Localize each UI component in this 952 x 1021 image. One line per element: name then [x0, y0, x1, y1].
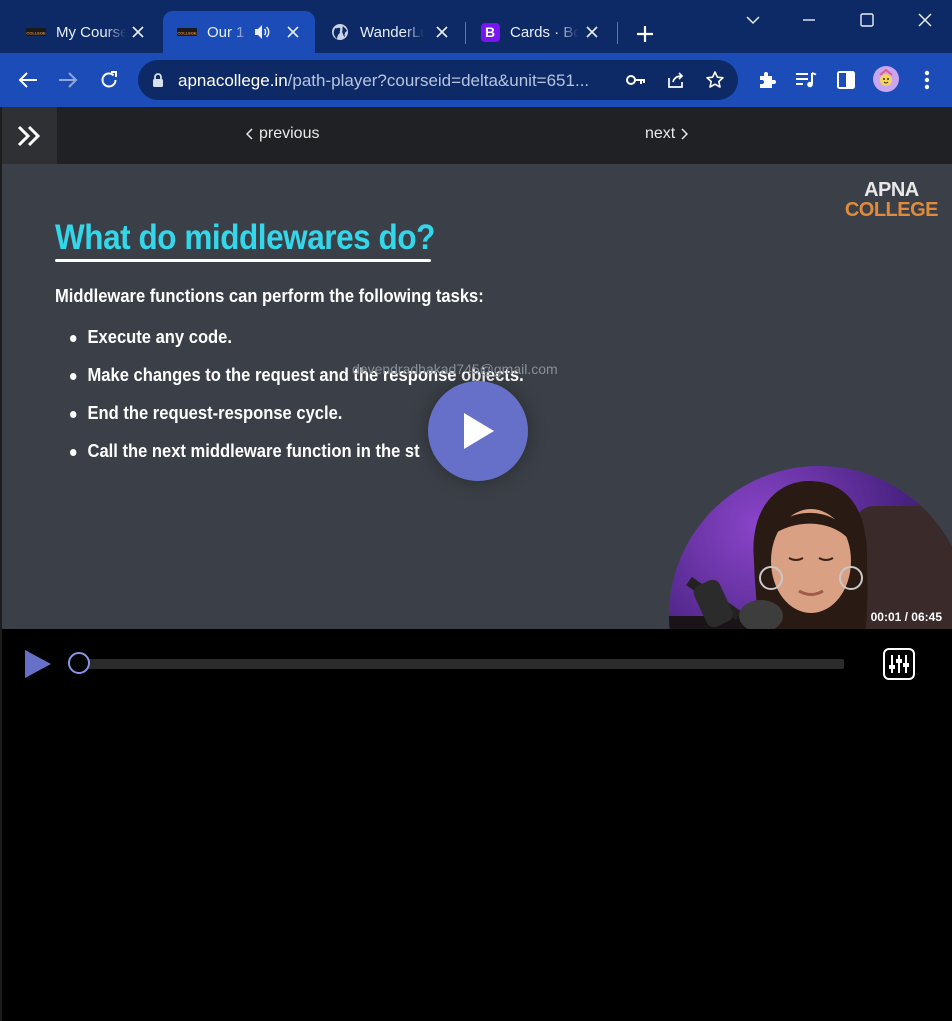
equalizer-icon	[883, 648, 915, 680]
tab-separator	[617, 22, 618, 44]
side-panel-icon	[837, 71, 855, 89]
bootstrap-letter: B	[480, 22, 500, 42]
close-tab-icon[interactable]	[582, 22, 602, 42]
minimize-icon	[803, 19, 815, 21]
seek-bar[interactable]	[78, 659, 844, 669]
big-play-button[interactable]	[428, 381, 528, 481]
close-tab-icon[interactable]	[128, 22, 148, 42]
tab-search-button[interactable]	[740, 8, 766, 32]
side-panel-button[interactable]	[833, 67, 859, 93]
play-icon	[464, 413, 494, 449]
close-icon	[918, 13, 932, 27]
favicon-text: COLLEGE	[26, 31, 46, 36]
apna-college-logo: APNA COLLEGE	[844, 179, 939, 221]
plus-icon	[637, 26, 653, 42]
expand-sidebar-button[interactable]	[0, 107, 57, 164]
tab-my-courses[interactable]: COLLEGE My Courses	[12, 11, 160, 53]
minimize-button[interactable]	[796, 8, 822, 32]
new-tab-button[interactable]	[631, 20, 659, 48]
arrow-right-icon	[59, 72, 78, 88]
arrow-left-icon	[18, 72, 37, 88]
video-player[interactable]: APNA COLLEGE What do middlewares do? Mid…	[0, 164, 952, 629]
previous-label: previous	[259, 125, 320, 142]
tab-title: Our 1	[207, 23, 245, 41]
apna-college-favicon: COLLEGE	[177, 22, 197, 42]
share-icon[interactable]	[666, 70, 686, 95]
next-button[interactable]: next	[645, 125, 689, 143]
puzzle-icon	[760, 72, 776, 88]
chevron-right-icon	[681, 128, 689, 140]
course-navigation: previous next	[0, 107, 952, 164]
close-tab-icon[interactable]	[283, 22, 303, 42]
key-icon[interactable]	[626, 72, 646, 93]
logo-line-1: APNA	[864, 179, 919, 201]
maximize-button[interactable]	[854, 8, 880, 32]
logo-line-2: COLLEGE	[844, 199, 939, 221]
video-timecode: 00:01 / 06:45	[870, 610, 942, 624]
slide-title: What do middlewares do?	[55, 218, 435, 257]
double-chevron-right-icon	[17, 125, 40, 146]
lock-icon[interactable]	[152, 72, 164, 93]
left-edge-border	[0, 107, 2, 1021]
play-button[interactable]	[24, 649, 52, 679]
tab-cards-bootstrap[interactable]: B Cards · Bootstrap	[466, 11, 614, 53]
profile-avatar[interactable]	[873, 66, 899, 92]
reload-button[interactable]	[96, 67, 122, 93]
bootstrap-icon: B	[480, 22, 500, 42]
player-settings-button[interactable]	[882, 647, 916, 681]
url-text: apnacollege.in/path-player?courseid=delt…	[178, 71, 589, 91]
media-control-button[interactable]	[793, 67, 819, 93]
url-path: /path-player?courseid=delta&unit=651...	[287, 71, 590, 90]
address-bar[interactable]: apnacollege.in/path-player?courseid=delt…	[138, 60, 738, 100]
extensions-button[interactable]	[754, 67, 780, 93]
kebab-menu-icon	[924, 70, 930, 90]
tab-title: Cards · Bootstrap	[510, 23, 578, 41]
presenter-image	[669, 481, 952, 629]
menu-button[interactable]	[914, 67, 940, 93]
title-underline	[55, 259, 431, 262]
browser-toolbar: apnacollege.in/path-player?courseid=delt…	[0, 53, 952, 107]
url-domain: apnacollege.in	[178, 71, 288, 90]
apna-college-favicon: COLLEGE	[26, 22, 46, 42]
reload-icon	[101, 71, 117, 88]
browser-titlebar: COLLEGE My Courses COLLEGE Our 1 WanderL…	[0, 0, 952, 53]
tab-title: WanderLust	[360, 23, 424, 41]
seek-handle[interactable]	[67, 652, 90, 674]
tab-our-1[interactable]: COLLEGE Our 1	[163, 11, 315, 53]
bullet-item: Execute any code.	[70, 327, 524, 365]
chevron-left-icon	[246, 128, 253, 140]
forward-button[interactable]	[55, 67, 81, 93]
tab-title: My Courses	[56, 23, 126, 41]
chevron-down-icon	[746, 16, 760, 25]
play-icon	[25, 650, 51, 678]
maximize-icon	[860, 13, 874, 27]
email-watermark: devendradhakad745@gmail.com	[352, 361, 558, 377]
tab-wanderlust[interactable]: WanderLust	[316, 11, 464, 53]
next-label: next	[645, 125, 676, 142]
presenter-webcam	[669, 466, 952, 629]
speaker-icon[interactable]	[253, 24, 271, 44]
close-tab-icon[interactable]	[432, 22, 452, 42]
star-icon[interactable]	[705, 70, 725, 95]
slide-intro: Middleware functions can perform the fol…	[55, 286, 484, 306]
previous-button[interactable]: previous	[246, 125, 319, 143]
globe-icon	[330, 22, 350, 42]
favicon-text: COLLEGE	[177, 31, 197, 36]
playlist-music-icon	[796, 72, 817, 88]
player-controls	[0, 629, 952, 699]
back-button[interactable]	[15, 67, 41, 93]
close-window-button[interactable]	[912, 8, 938, 32]
